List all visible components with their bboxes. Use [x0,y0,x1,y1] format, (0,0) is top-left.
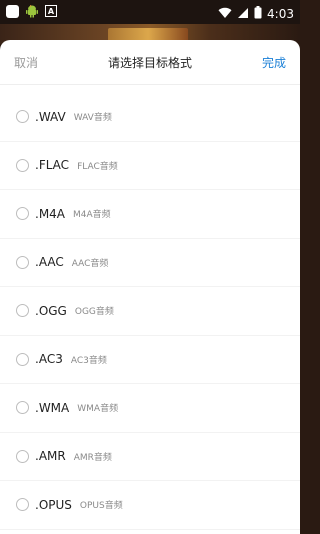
format-option-aac[interactable]: .AAC AAC音频 [0,239,300,287]
format-option-flac[interactable]: .FLAC FLAC音频 [0,142,300,190]
format-extension: .WAV [35,109,66,124]
format-extension: .FLAC [35,158,70,173]
format-extension: .OGG [35,303,67,318]
format-list: .WAV WAV音频 .FLAC FLAC音频 .M4A M4A音频 .AAC … [0,85,300,530]
status-time: 4:03 [267,6,294,21]
sheet-title: 请选择目标格式 [107,56,192,70]
sheet-header: 取消 请选择目标格式 完成 [0,40,300,85]
format-extension: .AMR [35,449,66,464]
format-description: AMR音频 [73,452,112,463]
format-picker-sheet: 取消 请选择目标格式 完成 .WAV WAV音频 .FLAC FLAC音频 .M… [0,40,300,534]
radio-button[interactable] [16,255,29,269]
format-option-amr[interactable]: .AMR AMR音频 [0,433,300,481]
radio-button[interactable] [16,401,29,415]
format-description: WAV音频 [73,113,112,124]
radio-button[interactable] [16,449,29,463]
wifi-icon [218,4,232,23]
format-extension: .AC3 [35,352,63,367]
status-bar: A 4:03 [0,0,300,24]
format-extension: .AAC [35,255,64,270]
done-button[interactable]: 完成 [262,54,286,71]
format-option-m4a[interactable]: .M4A M4A音频 [0,190,300,239]
radio-button[interactable] [16,158,29,172]
square-app-icon [6,4,19,18]
status-bar-left: A [6,4,57,18]
format-description: WMA音频 [77,404,119,415]
radio-button[interactable] [16,352,29,366]
radio-button[interactable] [16,304,29,318]
battery-icon [254,4,262,23]
format-description: FLAC音频 [77,161,118,172]
radio-button[interactable] [16,207,29,221]
radio-button[interactable] [16,110,29,124]
format-extension: .WMA [35,400,70,415]
format-description: AAC音频 [71,258,109,269]
signal-icon [237,4,249,23]
format-description: OGG音频 [74,307,114,318]
format-option-ogg[interactable]: .OGG OGG音频 [0,287,300,336]
format-extension: .M4A [35,206,66,221]
radio-button[interactable] [16,498,29,512]
format-description: OPUS音频 [79,501,123,512]
format-description: M4A音频 [73,210,111,221]
status-bar-right: 4:03 [218,4,294,23]
format-option-wma[interactable]: .WMA WMA音频 [0,384,300,433]
format-option-opus[interactable]: .OPUS OPUS音频 [0,481,300,530]
format-option-wav[interactable]: .WAV WAV音频 [0,93,300,142]
format-extension: .OPUS [35,497,72,512]
format-option-ac3[interactable]: .AC3 AC3音频 [0,336,300,384]
android-bot-icon [25,4,39,18]
a-box-icon: A [45,5,57,17]
format-description: AC3音频 [70,355,107,366]
